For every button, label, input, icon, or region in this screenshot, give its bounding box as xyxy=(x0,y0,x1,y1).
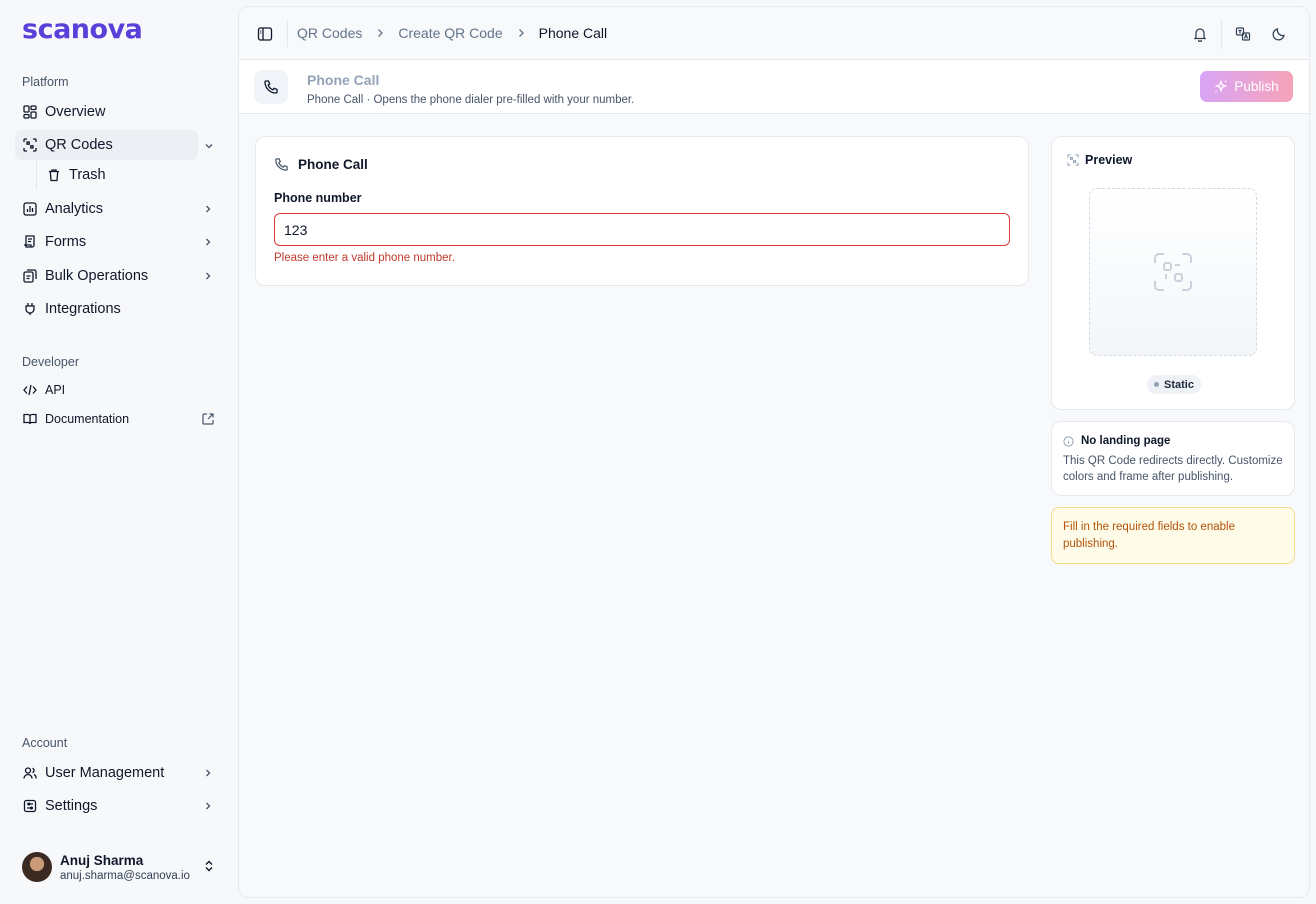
sidebar: scanova Platform Overview QR Codes Trash… xyxy=(0,0,238,904)
sidebar-item-label: User Management xyxy=(45,765,165,781)
chevron-right-icon xyxy=(201,202,215,216)
language-icon[interactable] xyxy=(1235,26,1251,42)
bell-icon[interactable] xyxy=(1192,26,1208,43)
sidebar-item-label: Integrations xyxy=(45,301,121,317)
submenu-divider xyxy=(36,160,37,190)
breadcrumb-qr-codes[interactable]: QR Codes xyxy=(297,25,362,41)
chevron-right-icon xyxy=(201,235,215,249)
dashboard-icon xyxy=(23,105,37,119)
divider xyxy=(1221,19,1222,49)
info-title: No landing page xyxy=(1063,435,1170,447)
phone-number-error: Please enter a valid phone number. xyxy=(274,252,455,264)
info-title-text: No landing page xyxy=(1081,435,1171,447)
sidebar-item-user-management[interactable]: User Management xyxy=(15,758,223,788)
sidebar-item-forms[interactable]: Forms xyxy=(15,227,223,257)
scanova-logo[interactable]: scanova xyxy=(22,14,143,45)
developer-group-label: Developer xyxy=(22,355,79,369)
chevron-right-icon xyxy=(374,27,386,39)
sidebar-item-label: Bulk Operations xyxy=(45,268,149,284)
publish-warning: Fill in the required fields to enable pu… xyxy=(1051,507,1295,564)
sidebar-item-label: Analytics xyxy=(45,201,104,217)
page-title: Phone Call xyxy=(307,72,380,88)
chevron-right-icon xyxy=(201,766,215,780)
external-link-icon xyxy=(201,412,215,426)
breadcrumb-current: Phone Call xyxy=(538,25,608,41)
qr-scan-icon xyxy=(1067,154,1079,166)
sidebar-item-label: API xyxy=(45,383,66,397)
form-card-title: Phone Call xyxy=(274,157,368,172)
sidebar-item-documentation[interactable]: Documentation xyxy=(15,404,223,434)
sidebar-item-bulk-operations[interactable]: Bulk Operations xyxy=(15,261,223,291)
qr-preview-placeholder xyxy=(1089,188,1257,356)
sidebar-item-settings[interactable]: Settings xyxy=(15,791,223,821)
users-icon xyxy=(23,766,37,780)
trash-icon xyxy=(47,168,61,182)
moon-icon[interactable] xyxy=(1271,26,1287,42)
sidebar-item-label: Forms xyxy=(45,234,87,250)
user-name: Anuj Sharma xyxy=(60,852,144,868)
sidebar-item-trash[interactable]: Trash xyxy=(45,162,195,188)
preview-title-text: Preview xyxy=(1085,153,1133,167)
chevron-right-icon xyxy=(201,799,215,813)
settings-icon xyxy=(23,799,37,813)
sidebar-item-label: QR Codes xyxy=(45,137,113,153)
sidebar-item-label: Settings xyxy=(45,798,98,814)
page-description: Phone Call · Opens the phone dialer pre-… xyxy=(307,94,635,106)
info-body: This QR Code redirects directly. Customi… xyxy=(1063,455,1283,483)
sidebar-item-label: Overview xyxy=(45,104,106,120)
sparkles-icon xyxy=(1214,79,1228,94)
divider xyxy=(287,21,288,47)
info-icon xyxy=(1063,435,1074,447)
top-bar: QR Codes Create QR Code Phone Call xyxy=(239,7,1309,60)
user-menu[interactable]: Anuj Sharma anuj.sharma@scanova.io xyxy=(22,850,222,884)
page-header: Phone Call Phone Call · Opens the phone … xyxy=(239,60,1309,114)
sidebar-item-overview[interactable]: Overview xyxy=(15,97,223,127)
sidebar-item-qr-codes[interactable]: QR Codes xyxy=(15,130,198,160)
form-card-title-text: Phone Call xyxy=(298,157,368,172)
chevrons-up-down-icon xyxy=(202,859,216,878)
avatar xyxy=(22,852,52,882)
phone-icon xyxy=(274,157,289,172)
breadcrumb-create-qr-code[interactable]: Create QR Code xyxy=(398,25,502,41)
status-badge-label: Static xyxy=(1164,378,1194,391)
book-icon xyxy=(23,412,37,426)
publish-label: Publish xyxy=(1234,79,1279,94)
user-email: anuj.sharma@scanova.io xyxy=(60,869,190,882)
sidebar-item-integrations[interactable]: Integrations xyxy=(15,294,223,324)
form-icon xyxy=(23,235,37,249)
phone-number-input[interactable] xyxy=(274,213,1010,246)
plug-icon xyxy=(23,302,37,316)
landing-page-info-card: No landing page This QR Code redirects d… xyxy=(1051,421,1295,496)
sidebar-item-label: Documentation xyxy=(45,412,130,426)
sidebar-toggle-icon[interactable] xyxy=(257,26,273,42)
bulk-icon xyxy=(23,269,37,283)
publish-warning-text: Fill in the required fields to enable pu… xyxy=(1063,521,1235,550)
phone-number-label: Phone number xyxy=(274,191,362,205)
breadcrumb: QR Codes Create QR Code Phone Call xyxy=(297,25,607,41)
preview-title: Preview xyxy=(1067,153,1132,167)
sidebar-item-analytics[interactable]: Analytics xyxy=(15,194,223,224)
platform-group-label: Platform xyxy=(22,75,69,89)
qr-scan-icon xyxy=(23,138,37,152)
sidebar-item-label: Trash xyxy=(69,167,106,183)
chevron-right-icon xyxy=(515,27,527,39)
status-badge: Static xyxy=(1147,375,1201,394)
publish-button[interactable]: Publish xyxy=(1200,71,1293,102)
status-dot xyxy=(1154,382,1159,387)
chevron-down-icon[interactable] xyxy=(202,139,216,153)
code-icon xyxy=(23,383,37,397)
bar-chart-icon xyxy=(23,202,37,216)
qr-placeholder-icon xyxy=(1153,252,1193,292)
chevron-right-icon xyxy=(201,269,215,283)
phone-icon xyxy=(254,70,288,104)
sidebar-item-api[interactable]: API xyxy=(15,375,223,405)
account-group-label: Account xyxy=(22,736,68,750)
preview-card: Preview Static xyxy=(1051,136,1295,410)
main-panel: QR Codes Create QR Code Phone Call Phone… xyxy=(238,6,1310,898)
phone-call-form-card: Phone Call Phone number Please enter a v… xyxy=(255,136,1029,286)
